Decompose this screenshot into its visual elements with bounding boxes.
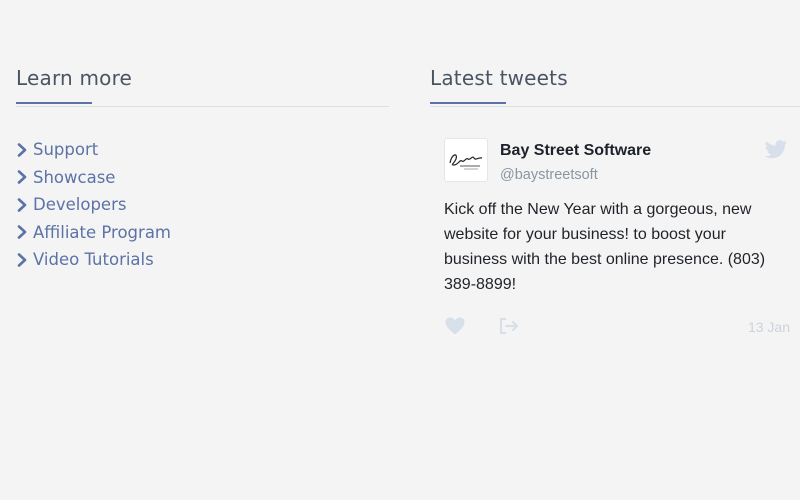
tweet-actions: 13 Jan <box>444 316 800 338</box>
avatar[interactable] <box>444 138 488 182</box>
tweet-handle[interactable]: @baystreetsoft <box>500 167 598 183</box>
tweet-date[interactable]: 13 Jan <box>748 319 790 335</box>
latest-tweets-divider <box>430 106 800 107</box>
link-affiliate-program[interactable]: Affiliate Program <box>33 223 171 242</box>
link-video-tutorials-item[interactable]: Video Tutorials <box>16 246 171 274</box>
twitter-bird-icon[interactable] <box>764 140 788 160</box>
chevron-right-icon <box>17 170 27 185</box>
chevron-right-icon <box>17 225 27 240</box>
chevron-right-icon <box>17 142 27 157</box>
tweet-author[interactable]: Bay Street Software <box>500 142 651 160</box>
learn-more-links: Support Showcase Developers Affiliate Pr… <box>16 136 171 274</box>
learn-more-title: Learn more <box>16 66 133 90</box>
link-developers-item[interactable]: Developers <box>16 191 171 219</box>
heart-icon[interactable] <box>444 316 466 336</box>
learn-more-divider <box>16 106 389 107</box>
learn-more-accent-bar <box>16 102 92 104</box>
link-showcase-item[interactable]: Showcase <box>16 164 171 192</box>
link-support-item[interactable]: Support <box>16 136 171 164</box>
latest-tweets-accent-bar <box>430 102 506 104</box>
share-icon[interactable] <box>498 316 520 336</box>
link-video-tutorials[interactable]: Video Tutorials <box>33 250 154 269</box>
bay-street-logo-icon <box>449 154 483 170</box>
link-showcase[interactable]: Showcase <box>33 168 115 187</box>
tweet-text: Kick off the New Year with a gorgeous, n… <box>444 201 766 293</box>
latest-tweets-title: Latest tweets <box>430 66 568 90</box>
link-support[interactable]: Support <box>33 140 98 159</box>
chevron-right-icon <box>17 252 27 267</box>
link-affiliate-program-item[interactable]: Affiliate Program <box>16 219 171 247</box>
chevron-right-icon <box>17 197 27 212</box>
link-developers[interactable]: Developers <box>33 195 126 214</box>
tweet-header: Bay Street Software @baystreetsoft <box>444 138 800 186</box>
